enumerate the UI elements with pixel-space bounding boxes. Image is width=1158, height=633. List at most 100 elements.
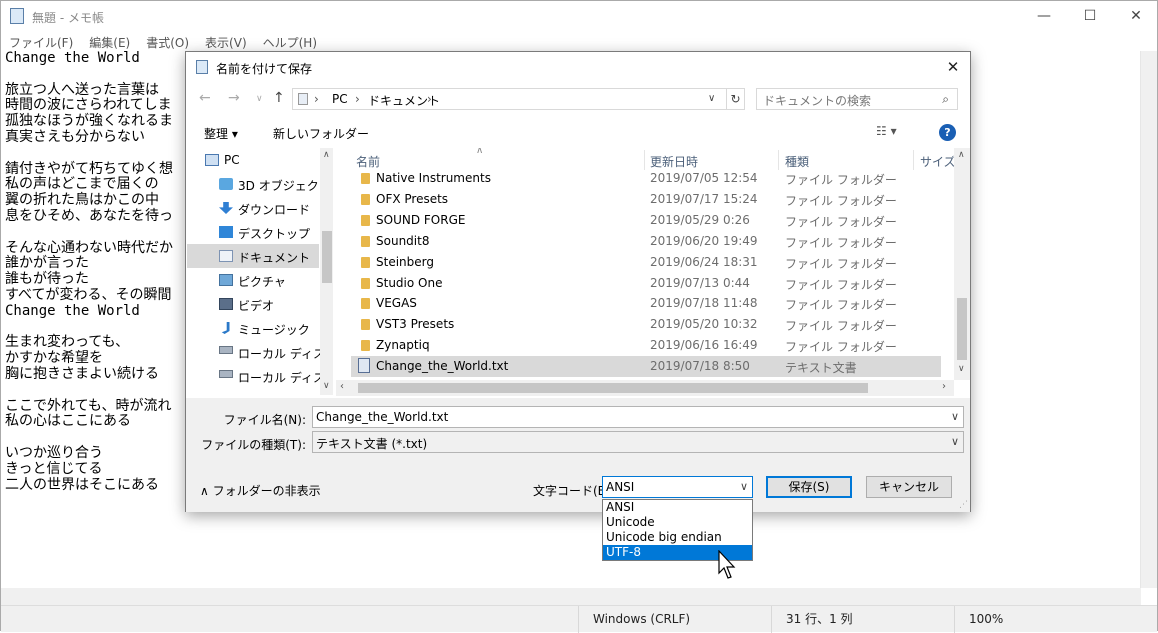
address-bar[interactable]: › PC › ドキュメント › ∨ [292,88,727,110]
sort-up-icon: ∧ [476,148,484,156]
nav-item[interactable]: ダウンロード [187,196,319,220]
file-date: 2019/05/29 0:26 [650,212,750,227]
encoding-option[interactable]: ANSI [603,500,752,515]
file-row[interactable]: Native Instruments 2019/07/05 12:54 ファイル フ… [351,168,941,189]
menu-edit[interactable]: 編集(E) [81,32,138,52]
cube-icon [219,178,233,190]
notepad-icon [10,8,24,24]
navigation-pane: PC 3D オブジェクトダウンロードデスクトップ ドキュメント ピクチャビデオ ミュージ… [187,148,333,395]
recent-chevron-icon[interactable]: ∨ [256,94,263,104]
address-dropdown-icon[interactable]: ∨ [708,93,715,104]
nav-item[interactable]: PC [187,148,319,172]
menu-file[interactable]: ファイル(F) [1,32,81,52]
column-separator[interactable] [778,150,779,170]
file-row[interactable]: OFX Presets 2019/07/17 15:24 ファイル フォルダー [351,189,941,210]
folder-icon [361,340,370,352]
filetype-select[interactable]: テキスト文書 (*.txt) ∨ [312,431,964,453]
column-separator[interactable] [644,150,645,170]
nav-item-label: ローカル ディスク ( [238,371,333,385]
cursor-position-status: 31 行、1 列 [771,606,954,633]
scroll-up-icon[interactable]: ∧ [958,150,965,160]
nav-item-label: デスクトップ [238,227,311,241]
nav-item-label: ドキュメント [238,251,311,265]
nav-scroll-thumb[interactable] [322,231,332,283]
encoding-select[interactable]: ANSI ∨ [602,476,753,498]
menu-view[interactable]: 表示(V) [197,32,255,52]
nav-item-label: ピクチャ [238,275,286,289]
file-row[interactable]: VST3 Presets 2019/05/20 10:32 ファイル フォルダー [351,314,941,335]
new-folder-button[interactable]: 新しいフォルダー [273,125,369,142]
cancel-button[interactable]: キャンセル [866,476,952,498]
minimize-button[interactable]: — [1021,1,1067,31]
filetype-label: ファイルの種類(T): [201,438,306,452]
column-separator[interactable] [913,150,914,170]
file-row[interactable]: VEGAS 2019/07/18 11:48 ファイル フォルダー [351,293,941,314]
scroll-right-icon[interactable]: › [942,381,946,392]
nav-item[interactable]: ローカル ディスク ( [187,340,333,364]
folder-icon [361,277,370,289]
vertical-scrollbar[interactable] [1140,51,1157,588]
nav-scrollbar[interactable]: ∧ ∨ [320,148,333,395]
filename-input[interactable]: Change_the_World.txt ∨ [312,406,964,428]
file-date: 2019/06/24 18:31 [650,254,758,269]
chevron-down-icon[interactable]: ∨ [951,410,959,423]
close-button[interactable]: ✕ [1113,1,1158,31]
window-title: 無題 - メモ帳 [32,11,104,25]
file-hscroll-thumb[interactable] [358,383,868,393]
encoding-option[interactable]: Unicode [603,515,752,530]
scroll-down-icon[interactable]: ∨ [958,364,965,374]
refresh-button[interactable]: ↻ [727,88,745,110]
up-arrow-icon[interactable]: ↑ [273,90,285,106]
file-list-horizontal-scrollbar[interactable]: ‹ › [336,380,954,396]
file-date: 2019/07/17 15:24 [650,191,758,206]
file-row[interactable]: Zynaptiq 2019/06/16 16:49 ファイル フォルダー [351,335,941,356]
help-icon[interactable]: ? [939,124,956,141]
chevron-down-icon[interactable]: ∨ [740,480,748,493]
nav-item[interactable]: ピクチャ [187,268,319,292]
hide-folders-toggle[interactable]: ∧ フォルダーの非表示 [200,482,321,499]
chevron-down-icon[interactable]: ∨ [951,435,959,448]
search-input[interactable]: ドキュメントの検索 ⌕ [756,88,958,110]
nav-item[interactable]: ドキュメント [187,244,319,268]
menu-format[interactable]: 書式(O) [138,32,197,52]
file-list-vertical-scrollbar[interactable]: ∧ ∨ [954,148,970,380]
file-row[interactable]: Change_the_World.txt 2019/07/18 8:50 テキスト文… [351,356,941,378]
file-row[interactable]: Studio One 2019/07/13 0:44 ファイル フォルダー [351,273,941,294]
breadcrumb-pc[interactable]: PC [332,92,348,106]
resize-grip-icon[interactable]: ⋰ [959,500,968,510]
nav-item[interactable]: ビデオ [187,292,319,316]
nav-item-label: 3D オブジェクト [238,179,331,193]
file-name: VEGAS [376,296,417,311]
nav-item[interactable]: デスクトップ [187,220,319,244]
file-scroll-thumb[interactable] [957,298,967,360]
dialog-close-button[interactable]: ✕ [936,52,970,82]
file-type: ファイル フォルダー [785,193,897,208]
back-arrow-icon[interactable]: ← [199,90,211,106]
file-row[interactable]: Soundit8 2019/06/20 19:49 ファイル フォルダー [351,231,941,252]
folder-icon [361,319,370,331]
nav-item[interactable]: 3D オブジェクト [187,172,331,196]
dialog-title-bar: 名前を付けて保存 ✕ [186,52,970,82]
organize-button[interactable]: 整理 ▾ [204,125,238,142]
file-row[interactable]: SOUND FORGE 2019/05/29 0:26 ファイル フォルダー [351,210,941,231]
nav-item[interactable]: ミュージック [187,316,319,340]
scroll-down-icon[interactable]: ∨ [323,381,330,391]
horizontal-scrollbar[interactable] [1,588,1141,605]
nav-item[interactable]: ローカル ディスク ( [187,364,333,388]
forward-arrow-icon[interactable]: → [228,90,240,106]
folder-icon [361,298,370,310]
folder-icon [361,173,370,184]
dialog-toolbar: 整理 ▾ 新しいフォルダー ☷ ▾ [186,118,970,146]
filename-label: ファイル名(N): [223,413,306,427]
nav-item-label: PC [224,153,240,167]
file-name: OFX Presets [376,191,449,206]
scroll-up-icon[interactable]: ∧ [323,150,330,160]
file-row[interactable]: Steinberg 2019/06/24 18:31 ファイル フォルダー [351,252,941,273]
view-options-icon[interactable]: ☷ ▾ [876,124,897,138]
menu-help[interactable]: ヘルプ(H) [255,32,325,52]
file-date: 2019/07/18 11:48 [650,296,758,311]
save-button[interactable]: 保存(S) [766,476,852,498]
encoding-option[interactable]: Unicode big endian [603,530,752,545]
maximize-button[interactable]: ☐ [1067,1,1113,31]
scroll-left-icon[interactable]: ‹ [340,381,344,392]
